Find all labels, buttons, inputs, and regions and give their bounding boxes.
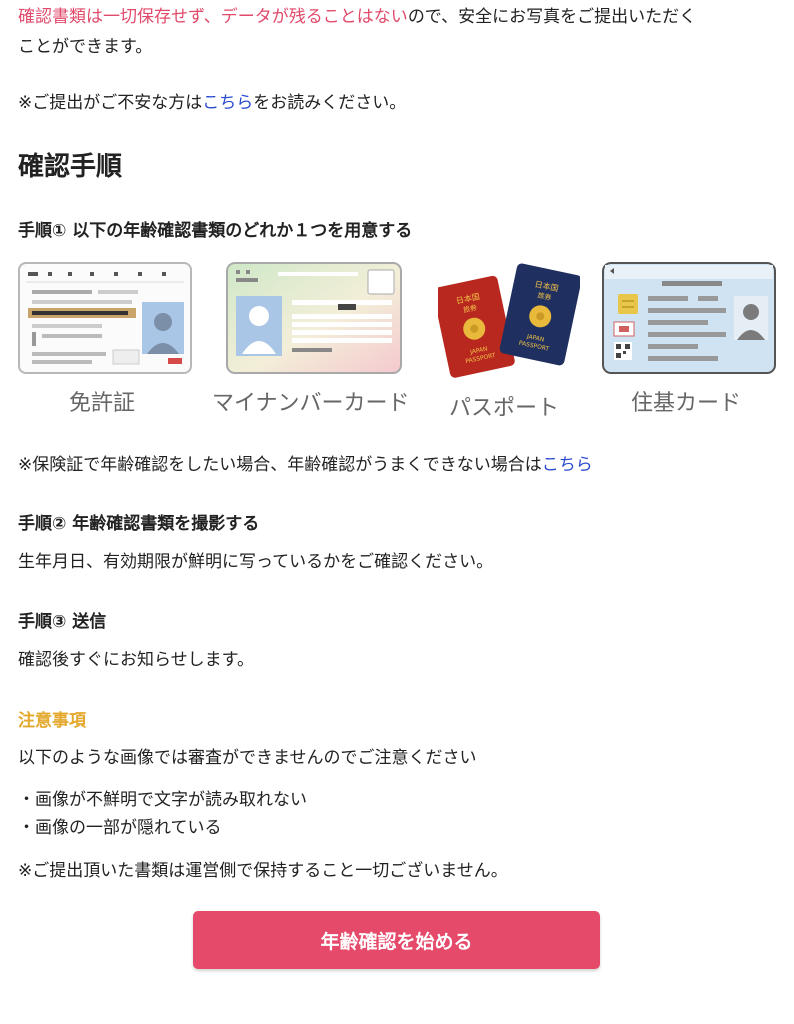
list-item: ・画像が不鮮明で文字が読み取れない	[18, 790, 307, 810]
intro-line-1-rest: ので、安全にお写真をご提出いただく	[407, 7, 697, 27]
intro-line-2: ことができます。	[18, 37, 153, 57]
intro-emphasis: 確認書類は一切保存せず、データが残ることはない	[18, 7, 408, 27]
document-label-juki: 住基カード	[631, 391, 742, 416]
passport-icon: 日本国 旅券 JAPAN PASSPORT 日本国 旅券 JAPAN PASSP…	[432, 263, 582, 378]
document-label-passport: パスポート	[449, 396, 560, 421]
caution-list: ・画像が不鮮明で文字が読み取れない ・画像の一部が隠れている	[18, 786, 307, 842]
caution-body: 以下のような画像では審査ができませんのでご注意ください	[18, 748, 477, 768]
notice-suffix: をお読みください。	[253, 93, 407, 113]
step3-body: 確認後すぐにお知らせします。	[18, 650, 254, 670]
step3-title: 手順③ 送信	[18, 612, 107, 632]
step1-title: 手順① 以下の年齢確認書類のどれか１つを用意する	[18, 221, 413, 241]
notice-prefix: ※ご提出がご不安な方は	[18, 93, 203, 113]
drivers-license-icon	[18, 262, 192, 374]
caution-title: 注意事項	[18, 711, 86, 731]
document-drivers-license: 免許証	[18, 262, 192, 416]
document-label-my-number: マイナンバーカード	[212, 391, 410, 416]
insurance-note-link[interactable]: こちら	[542, 455, 593, 475]
age-verification-page: 確認書類は一切保存せず、データが残ることはないので、安全にお写真をご提出いただく…	[0, 0, 794, 1024]
insurance-note-text: ※保険証で年齢確認をしたい場合、年齢確認がうまくできない場合は	[18, 455, 542, 475]
list-item: ・画像の一部が隠れている	[18, 818, 222, 838]
insurance-note: ※保険証で年齢確認をしたい場合、年齢確認がうまくできない場合はこちら	[18, 450, 593, 480]
caution-footer: ※ご提出頂いた書類は運営側で保持すること一切ございません。	[18, 861, 508, 881]
document-my-number-card: マイナンバーカード	[212, 262, 410, 416]
notice-link[interactable]: こちら	[202, 93, 253, 113]
start-age-verification-button[interactable]: 年齢確認を始める	[193, 911, 600, 969]
document-juki-card: 住基カード	[602, 262, 776, 416]
document-passport: 日本国 旅券 JAPAN PASSPORT 日本国 旅券 JAPAN PASSP…	[432, 262, 582, 422]
step2-body: 生年月日、有効期限が鮮明に写っているかをご確認ください。	[18, 552, 494, 572]
juki-card-icon	[602, 262, 776, 374]
section-title: 確認手順	[18, 152, 123, 182]
intro-paragraph: 確認書類は一切保存せず、データが残ることはないので、安全にお写真をご提出いただく…	[18, 2, 696, 62]
step2-title: 手順② 年齢確認書類を撮影する	[18, 514, 260, 534]
my-number-card-icon	[226, 262, 402, 374]
intro-line-1: 確認書類は一切保存せず、データが残ることはないので、安全にお写真をご提出いただく	[18, 2, 696, 32]
document-label-license: 免許証	[69, 391, 136, 416]
notice-line: ※ご提出がご不安な方はこちらをお読みください。	[18, 88, 406, 118]
